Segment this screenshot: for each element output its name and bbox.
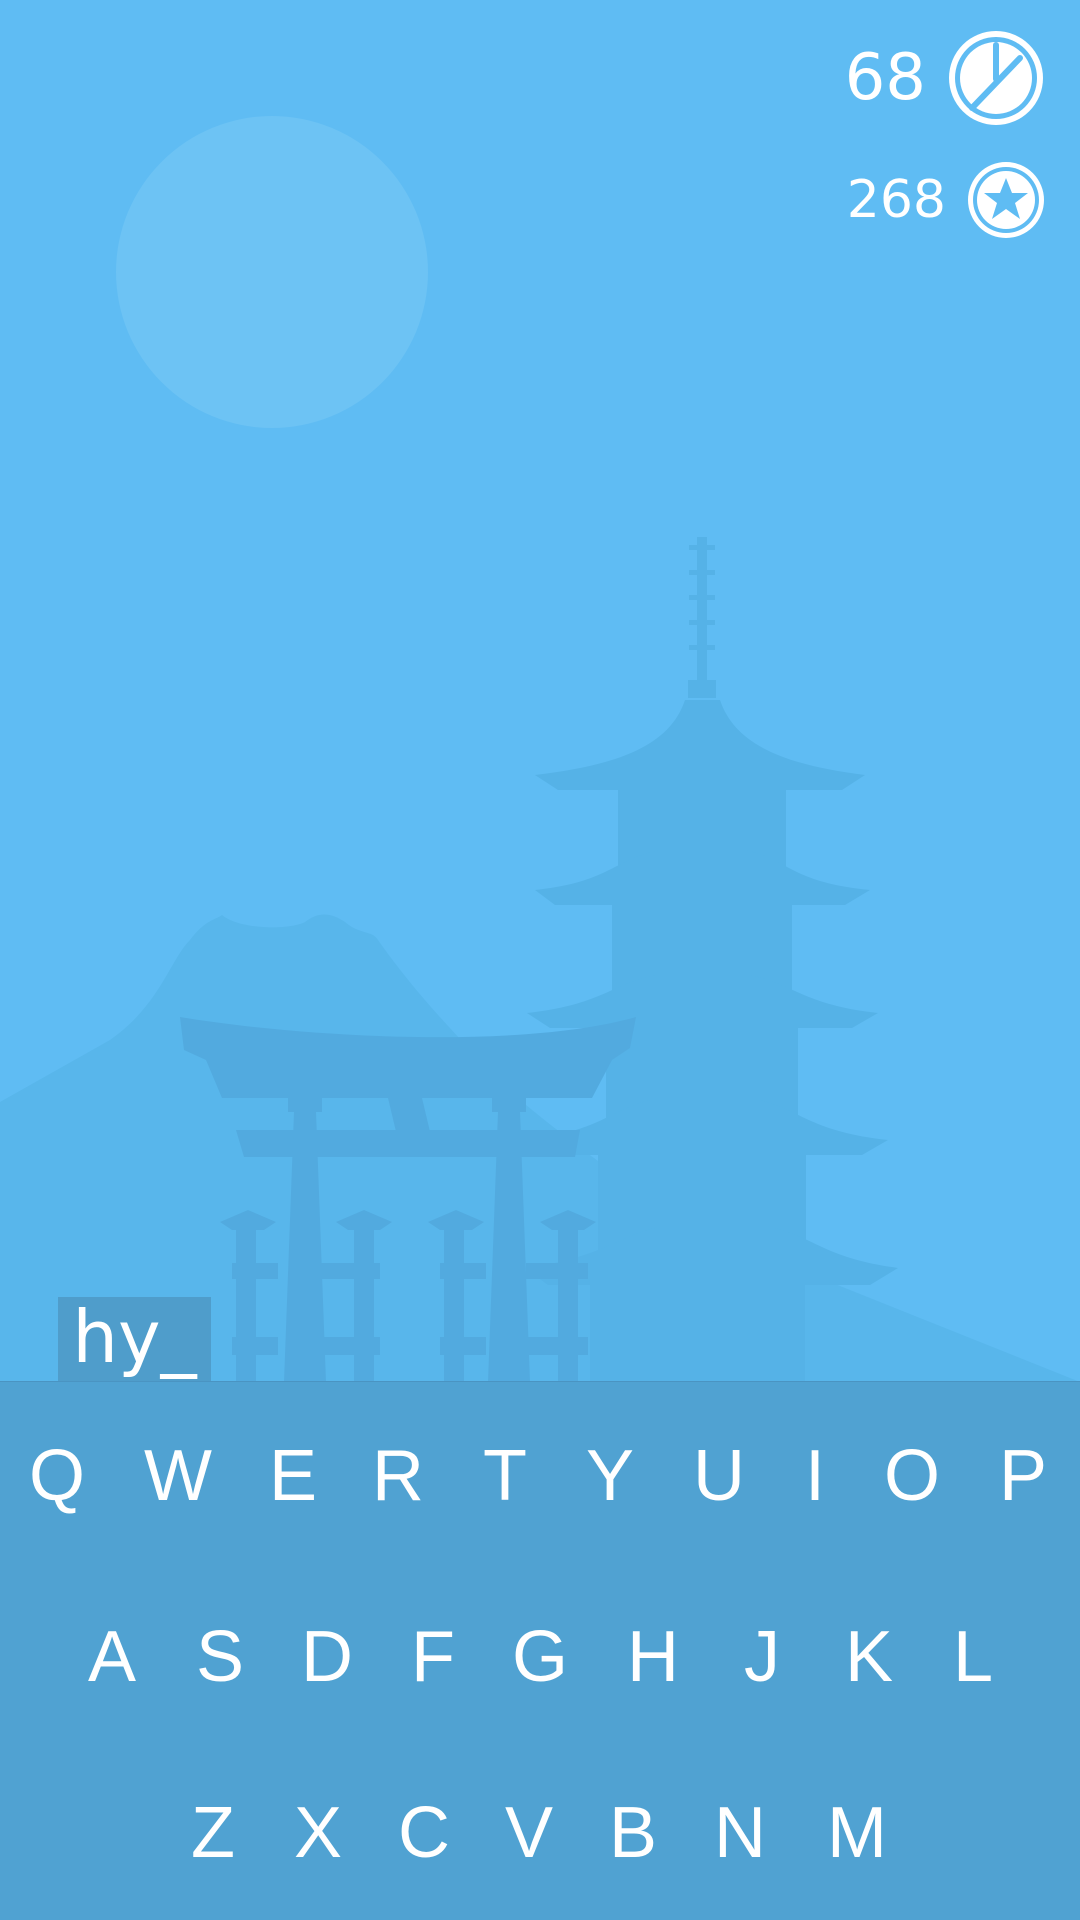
key-m[interactable]: M <box>807 1773 907 1893</box>
key-r[interactable]: R <box>348 1416 448 1536</box>
key-t[interactable]: T <box>455 1416 555 1536</box>
key-e[interactable]: E <box>243 1416 343 1536</box>
key-s[interactable]: S <box>170 1597 270 1717</box>
timer-dial-icon <box>949 31 1043 125</box>
key-j[interactable]: J <box>712 1597 812 1717</box>
key-a[interactable]: A <box>62 1597 162 1717</box>
stars-value: 268 <box>846 170 946 230</box>
key-u[interactable]: U <box>669 1416 769 1536</box>
key-l[interactable]: L <box>923 1597 1023 1717</box>
key-n[interactable]: N <box>690 1773 790 1893</box>
key-p[interactable]: P <box>973 1416 1073 1536</box>
key-b[interactable]: B <box>583 1773 683 1893</box>
key-g[interactable]: G <box>490 1597 590 1717</box>
key-k[interactable]: K <box>819 1597 919 1717</box>
key-x[interactable]: X <box>268 1773 368 1893</box>
key-z[interactable]: Z <box>163 1773 263 1893</box>
word-input-display: hy_ <box>58 1295 211 1382</box>
timer-value: 68 <box>844 41 926 115</box>
star-coin-icon <box>968 162 1044 238</box>
sun-shape <box>116 116 428 428</box>
key-d[interactable]: D <box>277 1597 377 1717</box>
letter-keyboard: Q W E R T Y U I O P A S D F G H J K L Z … <box>0 1381 1080 1920</box>
key-w[interactable]: W <box>128 1416 228 1536</box>
key-c[interactable]: C <box>374 1773 474 1893</box>
key-h[interactable]: H <box>603 1597 703 1717</box>
key-q[interactable]: Q <box>7 1416 107 1536</box>
key-i[interactable]: I <box>765 1416 865 1536</box>
key-v[interactable]: V <box>479 1773 579 1893</box>
timer-counter: 68 <box>845 28 1046 128</box>
key-y[interactable]: Y <box>560 1416 660 1536</box>
key-o[interactable]: O <box>862 1416 962 1536</box>
stars-counter: 268 <box>847 160 1046 240</box>
key-f[interactable]: F <box>383 1597 483 1717</box>
